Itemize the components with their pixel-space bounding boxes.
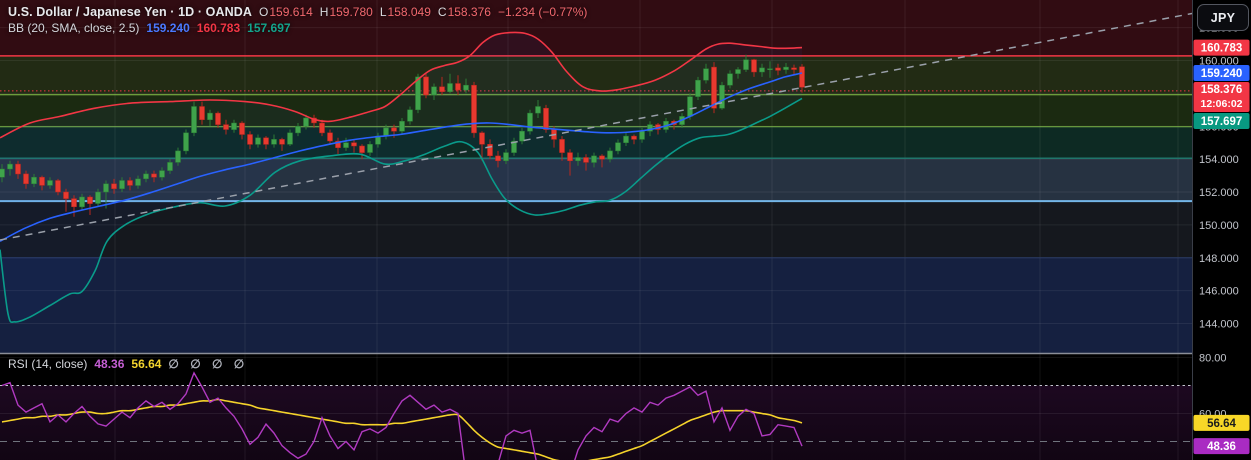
ohlc-open: O 159.614 — [259, 5, 313, 19]
candle[interactable] — [695, 76, 701, 100]
svg-text:159.240: 159.240 — [1201, 68, 1243, 80]
svg-text:48.36: 48.36 — [1207, 441, 1236, 453]
ohlc-high: H 159.780 — [319, 5, 373, 19]
symbol-title: U.S. Dollar / Japanese Yen · 1D · OANDA — [8, 5, 253, 19]
axis-tick-label: 144.000 — [1199, 319, 1239, 331]
axis-tick-label: 154.000 — [1199, 154, 1239, 166]
svg-text:56.64: 56.64 — [1207, 418, 1236, 430]
candle[interactable] — [423, 73, 429, 99]
ohlc-close: C 158.376 — [437, 5, 491, 19]
svg-text:160.783: 160.783 — [1201, 43, 1243, 55]
currency-unit-button[interactable]: JPY — [1197, 4, 1249, 31]
price-badge: 158.376 12:06:02 — [1193, 82, 1250, 112]
axis-tick-label: 152.000 — [1199, 187, 1239, 199]
price-pane[interactable] — [0, 0, 1192, 365]
rsi-band-fill — [0, 385, 1192, 460]
axis-tick-label: 148.000 — [1199, 253, 1239, 265]
candle[interactable] — [719, 81, 725, 110]
price-zone — [0, 55, 1192, 95]
bb-upper-value: 160.783 — [196, 21, 241, 35]
svg-text:157.697: 157.697 — [1201, 116, 1243, 128]
trading-chart-window: 162.000160.000156.000154.000152.000150.0… — [0, 0, 1251, 460]
rsi-legend-row[interactable]: RSI (14, close) 48.36 56.64 ∅ ∅ ∅ ∅ — [8, 357, 244, 371]
rsi-ma-value: 56.64 — [131, 357, 162, 371]
price-scale[interactable]: 162.000160.000156.000154.000152.000150.0… — [1192, 0, 1251, 460]
bb-indicator-label: BB (20, SMA, close, 2.5) — [8, 21, 140, 35]
rsi-empty-values: ∅ ∅ ∅ ∅ — [168, 357, 245, 371]
candle[interactable] — [471, 81, 477, 138]
price-zone — [0, 201, 1192, 258]
candle[interactable] — [191, 101, 197, 137]
axis-tick-label: 146.000 — [1199, 286, 1239, 298]
svg-text:12:06:02: 12:06:02 — [1200, 98, 1242, 110]
svg-text:158.376: 158.376 — [1201, 84, 1243, 96]
bb-lower-value: 157.697 — [247, 21, 291, 35]
axis-tick-label: 150.000 — [1199, 220, 1239, 232]
price-badge: 56.64 — [1193, 414, 1250, 431]
rsi-indicator-label: RSI (14, close) — [8, 357, 88, 371]
rsi-value: 48.36 — [94, 357, 125, 371]
ohlc-low: L 158.049 — [379, 5, 431, 19]
bb-basis-value: 159.240 — [146, 21, 190, 35]
price-badge: 160.783 — [1193, 39, 1250, 56]
axis-tick-label: 80.00 — [1199, 353, 1227, 365]
candle[interactable] — [183, 129, 189, 155]
candle[interactable] — [527, 109, 533, 135]
price-badge: 157.697 — [1193, 113, 1250, 129]
price-badge: 159.240 — [1193, 65, 1250, 81]
price-zone — [0, 257, 1192, 353]
price-badge: 48.36 — [1193, 438, 1250, 455]
symbol-legend-row[interactable]: U.S. Dollar / Japanese Yen · 1D · OANDA … — [8, 5, 587, 19]
chart-canvas[interactable]: 162.000160.000156.000154.000152.000150.0… — [0, 0, 1251, 460]
price-change: −1.234 (−0.77%) — [497, 5, 588, 19]
bb-legend-row[interactable]: BB (20, SMA, close, 2.5) 159.240 160.783… — [8, 21, 291, 35]
